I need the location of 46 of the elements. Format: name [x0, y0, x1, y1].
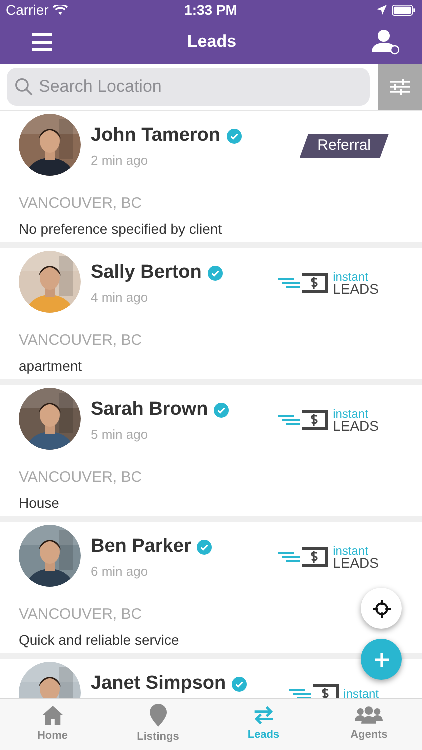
lead-location: VANCOUVER, BC — [19, 468, 142, 488]
money-logo-icon — [278, 545, 330, 569]
lead-note: House — [19, 494, 60, 512]
lead-time: 6 min ago — [91, 562, 150, 581]
pin-icon — [150, 704, 167, 727]
brand-word: LEADS — [333, 557, 379, 569]
battery-icon — [392, 4, 416, 16]
brand-word: LEADS — [333, 420, 379, 432]
lead-name[interactable]: John Tameron — [91, 122, 220, 150]
lead-time: 2 min ago — [91, 152, 150, 170]
page-title: Leads — [187, 31, 237, 54]
money-logo-icon — [278, 271, 330, 295]
location-arrow-icon — [376, 5, 387, 15]
lead-time: 4 min ago — [91, 288, 150, 307]
search-icon — [15, 78, 33, 96]
lead-time: 5 min ago — [91, 426, 150, 444]
lead-note: Quick and reliable service — [19, 630, 180, 650]
brand-word: instant — [333, 408, 370, 420]
user-profile-icon[interactable] — [372, 29, 400, 55]
brand-word: instant — [344, 688, 379, 698]
search-field[interactable]: Search Location — [7, 68, 370, 106]
lead-note: apartment — [19, 356, 82, 376]
brand-word: instant — [333, 271, 370, 283]
brand-word: instant — [333, 545, 370, 557]
lead-name[interactable]: Janet Simpson — [91, 670, 226, 698]
menu-button[interactable] — [32, 33, 52, 51]
locate-button[interactable] — [361, 588, 402, 629]
home-icon — [40, 704, 65, 726]
plus-icon — [374, 652, 388, 666]
lead-note: No preference specified by client — [19, 220, 222, 239]
crosshair-icon — [372, 600, 390, 618]
carrier-name: Carrier — [6, 0, 49, 20]
money-logo-icon — [278, 408, 330, 432]
lead-name[interactable]: Sally Berton — [91, 259, 202, 288]
lead-location: VANCOUVER, BC — [19, 194, 142, 214]
swap-icon — [252, 706, 275, 725]
wifi-icon — [52, 4, 68, 16]
lead-name[interactable]: Ben Parker — [91, 533, 192, 562]
sliders-icon — [390, 79, 410, 95]
status-time: 1:33 PM — [184, 0, 238, 20]
lead-location: VANCOUVER, BC — [19, 331, 142, 351]
referral-tag: Referral — [300, 134, 389, 158]
brand-word: LEADS — [333, 283, 379, 295]
lead-location: VANCOUVER, BC — [19, 605, 142, 625]
lead-name[interactable]: Sarah Brown — [91, 396, 208, 424]
people-icon — [355, 706, 384, 725]
